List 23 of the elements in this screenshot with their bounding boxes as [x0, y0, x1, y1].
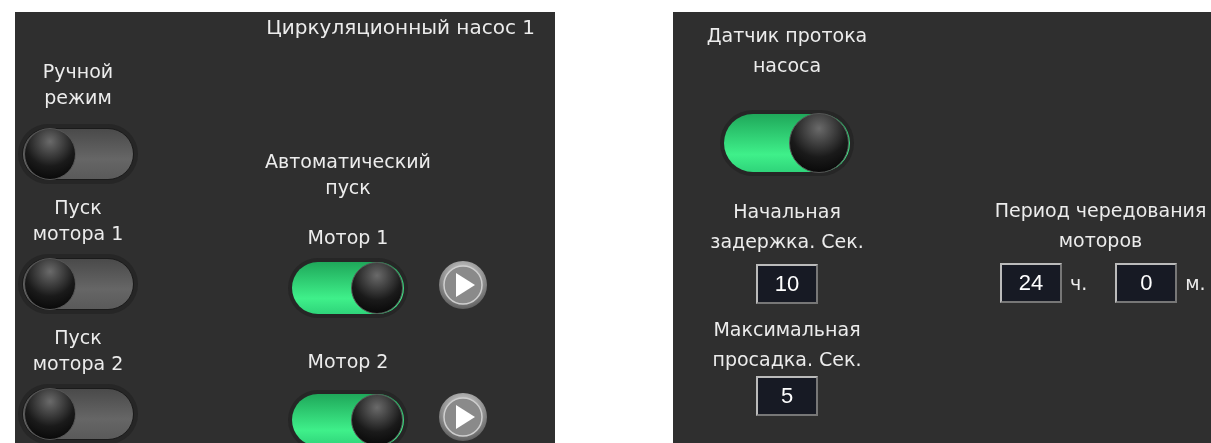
switch-label: Мотор 2 — [306, 349, 390, 374]
section-label: Автоматический пуск — [264, 149, 432, 200]
switch-label: Пуск мотора 2 — [31, 325, 125, 376]
switch-label: Мотор 1 — [306, 225, 390, 250]
play-button[interactable] — [438, 259, 488, 310]
input-field[interactable]: 0 — [1115, 263, 1178, 303]
switch-label: Пуск мотора 1 — [31, 195, 125, 246]
unit-label: ч. — [1070, 270, 1088, 296]
input-field[interactable]: 24 — [1000, 263, 1062, 303]
toggle-switch[interactable] — [288, 390, 408, 443]
toggle-switch[interactable] — [18, 124, 138, 184]
panel-title: Циркуляционный насос 1 — [266, 14, 535, 41]
switch-label: Датчик протока насоса — [705, 23, 869, 78]
field-label: Начальная задержка. Сек. — [709, 199, 865, 254]
unit-label: м. — [1185, 270, 1206, 296]
play-button[interactable] — [438, 391, 488, 442]
switch-label: Ручной режим — [41, 59, 115, 110]
field-label: Максимальная просадка. Сек. — [711, 317, 863, 372]
toggle-switch[interactable] — [18, 254, 138, 314]
input-field[interactable]: 10 — [756, 264, 818, 304]
field-label: Период чередования моторов — [993, 198, 1208, 253]
toggle-switch[interactable] — [18, 384, 138, 443]
input-field[interactable]: 5 — [756, 376, 818, 416]
